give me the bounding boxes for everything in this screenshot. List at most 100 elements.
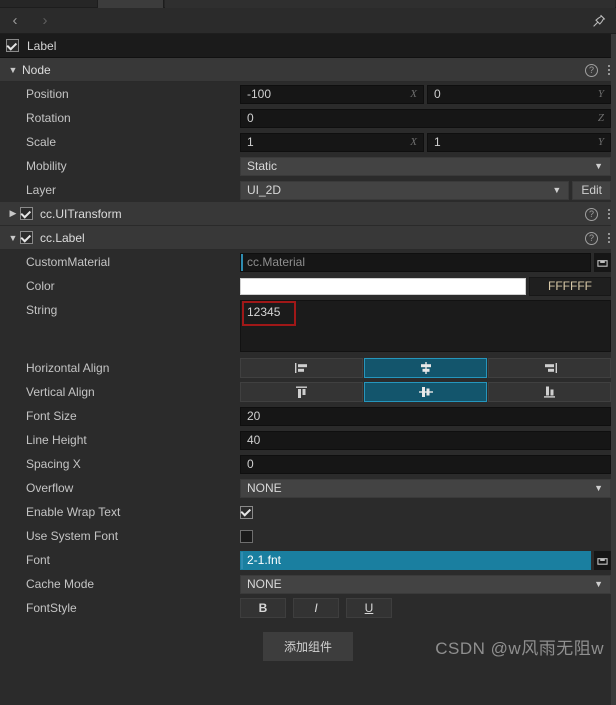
position-x-value: -100 bbox=[247, 87, 272, 101]
font-asset-field[interactable]: 2-1.fnt bbox=[240, 550, 591, 570]
line-height-input[interactable]: 40 bbox=[240, 430, 611, 450]
color-swatch[interactable] bbox=[240, 277, 526, 295]
row-line-height: Line Height 40 bbox=[0, 428, 616, 452]
row-overflow: Overflow NONE ▼ bbox=[0, 476, 616, 500]
axis-y-label: Y bbox=[597, 88, 604, 100]
overflow-dropdown[interactable]: NONE ▼ bbox=[240, 478, 611, 498]
rotation-z-input[interactable]: 0 Z bbox=[240, 108, 611, 128]
chevron-down-icon: ▼ bbox=[594, 578, 603, 589]
spacing-x-value: 0 bbox=[247, 457, 254, 471]
label-enable-wrap-text: Enable Wrap Text bbox=[26, 505, 121, 519]
section-actions-node: ? bbox=[585, 58, 610, 82]
section-header-uitransform[interactable]: ▶ cc.UITransform ? bbox=[0, 202, 616, 226]
label-cache-mode: Cache Mode bbox=[26, 577, 95, 591]
add-component-button[interactable]: 添加组件 bbox=[262, 631, 353, 661]
align-right-button[interactable] bbox=[488, 358, 611, 378]
section-header-label[interactable]: ▼ cc.Label ? bbox=[0, 226, 616, 250]
vertical-scrollbar[interactable] bbox=[611, 34, 616, 705]
line-height-value: 40 bbox=[247, 433, 261, 447]
align-left-button[interactable] bbox=[240, 358, 363, 378]
position-y-input[interactable]: 0 Y bbox=[427, 84, 611, 104]
custom-material-picker-icon[interactable] bbox=[594, 252, 611, 272]
scale-y-value: 1 bbox=[434, 135, 441, 149]
font-size-input[interactable]: 20 bbox=[240, 406, 611, 426]
font-size-value: 20 bbox=[247, 409, 261, 423]
scale-y-input[interactable]: 1 Y bbox=[427, 132, 611, 152]
cache-mode-dropdown[interactable]: NONE ▼ bbox=[240, 574, 611, 594]
layer-edit-button[interactable]: Edit bbox=[572, 180, 611, 200]
underline-button[interactable]: U bbox=[346, 598, 392, 618]
help-icon[interactable]: ? bbox=[585, 63, 598, 77]
string-value: 12345 bbox=[247, 305, 281, 319]
mobility-value: Static bbox=[247, 159, 278, 173]
label-color: Color bbox=[26, 279, 55, 293]
spacing-x-input[interactable]: 0 bbox=[240, 454, 611, 474]
cache-mode-value: NONE bbox=[247, 577, 282, 591]
label-use-system-font: Use System Font bbox=[26, 529, 119, 543]
mobility-dropdown[interactable]: Static ▼ bbox=[240, 156, 611, 176]
custom-material-asset-field[interactable]: cc.Material bbox=[240, 252, 591, 272]
row-use-system-font: Use System Font bbox=[0, 524, 616, 548]
more-menu-icon[interactable] bbox=[607, 64, 610, 77]
label-custom-material: CustomMaterial bbox=[26, 255, 111, 269]
axis-x-label: X bbox=[410, 136, 417, 148]
use-system-font-checkbox[interactable] bbox=[240, 529, 253, 543]
vertical-align-group bbox=[240, 382, 611, 402]
label-mobility: Mobility bbox=[26, 159, 67, 173]
label-enabled-checkbox[interactable] bbox=[20, 231, 33, 244]
font-value: 2-1.fnt bbox=[247, 553, 282, 567]
pin-icon[interactable] bbox=[591, 13, 607, 29]
valign-center-button[interactable] bbox=[364, 382, 487, 402]
row-rotation: Rotation 0 Z bbox=[0, 106, 616, 130]
row-font-style: FontStyle B I U bbox=[0, 596, 616, 620]
more-menu-icon[interactable] bbox=[607, 232, 610, 245]
italic-button[interactable]: I bbox=[293, 598, 339, 618]
more-menu-icon[interactable] bbox=[607, 208, 610, 221]
help-icon[interactable]: ? bbox=[585, 207, 598, 221]
section-title-node: Node bbox=[22, 62, 51, 77]
align-center-button[interactable] bbox=[364, 358, 487, 378]
enable-wrap-text-checkbox[interactable] bbox=[240, 505, 253, 519]
label-vertical-align: Vertical Align bbox=[26, 385, 95, 399]
scale-x-input[interactable]: 1 X bbox=[240, 132, 424, 152]
row-layer: Layer UI_2D ▼ Edit bbox=[0, 178, 616, 202]
label-overflow: Overflow bbox=[26, 481, 74, 495]
layer-value: UI_2D bbox=[247, 183, 282, 197]
font-picker-icon[interactable] bbox=[594, 550, 611, 570]
tab-inactive[interactable] bbox=[165, 0, 615, 8]
bold-button[interactable]: B bbox=[240, 598, 286, 618]
tab-active[interactable] bbox=[97, 0, 164, 8]
chevron-down-icon[interactable]: ▼ bbox=[6, 233, 20, 243]
position-x-input[interactable]: -100 X bbox=[240, 84, 424, 104]
layer-dropdown[interactable]: UI_2D ▼ bbox=[240, 180, 570, 200]
row-color: Color FFFFFF bbox=[0, 274, 616, 298]
row-scale: Scale 1 X 1 Y bbox=[0, 130, 616, 154]
help-icon[interactable]: ? bbox=[585, 231, 598, 245]
label-horizontal-align: Horizontal Align bbox=[26, 361, 110, 375]
chevron-right-icon[interactable]: ▶ bbox=[6, 208, 20, 219]
row-string: String 12345 bbox=[0, 298, 616, 356]
color-hex-input[interactable]: FFFFFF bbox=[529, 276, 611, 296]
label-string: String bbox=[26, 303, 58, 317]
node-name-label: Label bbox=[27, 38, 57, 53]
valign-bottom-button[interactable] bbox=[488, 382, 611, 402]
axis-y-label: Y bbox=[597, 136, 604, 148]
label-layer: Layer bbox=[26, 183, 57, 197]
label-font: Font bbox=[26, 553, 51, 567]
row-mobility: Mobility Static ▼ bbox=[0, 154, 616, 178]
section-header-node[interactable]: ▼ Node ? bbox=[0, 58, 616, 82]
valign-top-button[interactable] bbox=[240, 382, 363, 402]
forward-icon[interactable]: › bbox=[30, 8, 60, 34]
string-textarea[interactable]: 12345 bbox=[240, 300, 611, 352]
back-icon[interactable]: ‹ bbox=[0, 8, 30, 34]
row-position: Position -100 X 0 Y bbox=[0, 82, 616, 106]
axis-z-label: Z bbox=[597, 112, 604, 124]
scrollbar-thumb[interactable] bbox=[611, 34, 616, 705]
node-enabled-checkbox[interactable] bbox=[6, 39, 19, 52]
chevron-down-icon[interactable]: ▼ bbox=[6, 65, 20, 75]
label-line-height: Line Height bbox=[26, 433, 87, 447]
row-font-size: Font Size 20 bbox=[0, 404, 616, 428]
uitransform-enabled-checkbox[interactable] bbox=[20, 207, 33, 220]
navigation-bar: ‹ › bbox=[0, 8, 616, 34]
section-actions-uitransform: ? bbox=[585, 202, 610, 226]
